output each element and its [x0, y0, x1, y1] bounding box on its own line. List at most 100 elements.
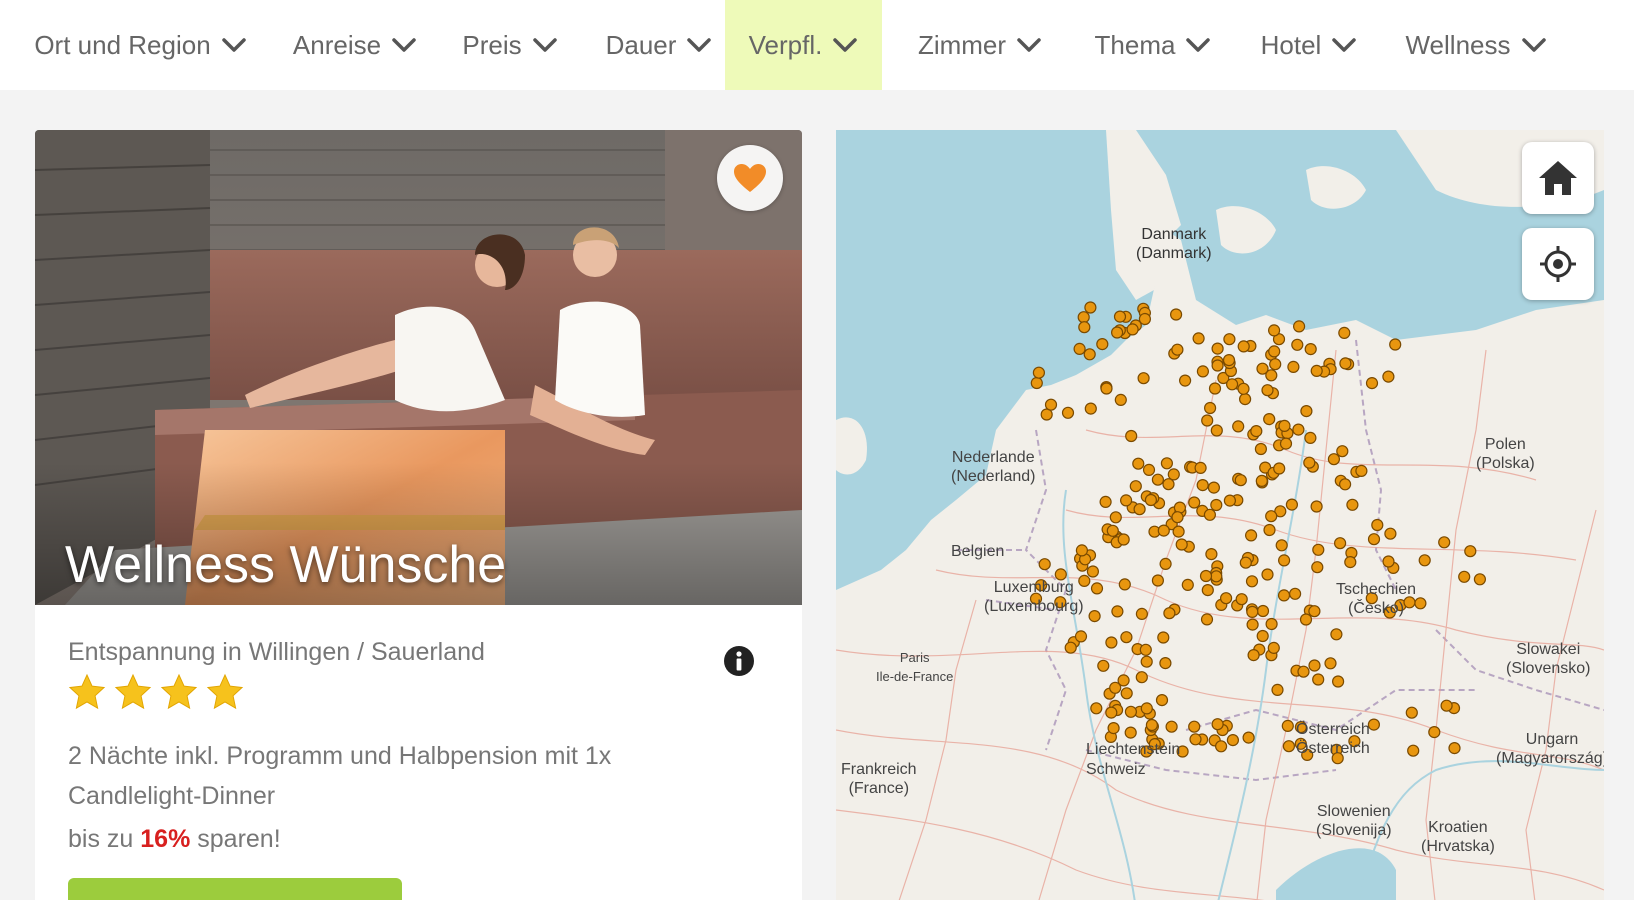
hotel-marker[interactable]: [1407, 744, 1420, 757]
hotel-marker[interactable]: [1105, 706, 1118, 719]
hotel-marker[interactable]: [1250, 425, 1263, 438]
hotel-marker[interactable]: [1265, 617, 1278, 631]
hotel-marker[interactable]: [1367, 533, 1381, 546]
hotel-marker[interactable]: [1226, 733, 1239, 747]
hotel-marker[interactable]: [1448, 741, 1461, 755]
hotel-marker[interactable]: [1269, 358, 1282, 371]
hotel-marker[interactable]: [1308, 659, 1321, 672]
hotel-marker[interactable]: [1159, 557, 1172, 570]
hotel-marker[interactable]: [1171, 511, 1184, 524]
hotel-marker[interactable]: [1100, 382, 1113, 395]
hotel-marker[interactable]: [1111, 605, 1124, 618]
hotel-marker[interactable]: [1075, 544, 1088, 557]
hotel-marker[interactable]: [1330, 628, 1343, 641]
hotel-marker[interactable]: [1338, 326, 1351, 339]
hotel-marker[interactable]: [1145, 718, 1158, 732]
hotel-marker[interactable]: [1292, 423, 1305, 436]
hotel-marker[interactable]: [1239, 393, 1252, 406]
hotel-marker[interactable]: [1126, 323, 1139, 336]
hotel-marker[interactable]: [1142, 463, 1156, 476]
hotel-marker[interactable]: [1179, 374, 1192, 387]
hotel-marker[interactable]: [1310, 364, 1323, 377]
hotel-marker[interactable]: [1030, 376, 1043, 390]
hotel-marker[interactable]: [1261, 568, 1274, 581]
hotel-marker[interactable]: [1308, 605, 1321, 618]
hotel-marker[interactable]: [1159, 656, 1172, 670]
hotel-marker[interactable]: [1265, 510, 1278, 523]
hotel-marker[interactable]: [1245, 575, 1259, 588]
hotel-marker[interactable]: [1155, 693, 1169, 707]
hotel-marker[interactable]: [1151, 473, 1164, 486]
hotel-marker[interactable]: [1210, 498, 1223, 512]
filter-hotel[interactable]: Hotel: [1255, 0, 1363, 90]
hotel-marker[interactable]: [1312, 673, 1325, 686]
offer-price-button[interactable]: [68, 878, 402, 900]
hotel-marker[interactable]: [1107, 721, 1120, 735]
hotel-marker[interactable]: [1199, 569, 1213, 583]
hotel-marker[interactable]: [1220, 592, 1233, 605]
filter-zimmer[interactable]: Zimmer: [910, 0, 1050, 90]
hotel-marker[interactable]: [1234, 474, 1247, 487]
hotel-marker[interactable]: [1084, 301, 1097, 314]
hotel-marker[interactable]: [1279, 437, 1293, 450]
hotel-marker[interactable]: [1194, 461, 1207, 474]
hotel-marker[interactable]: [1339, 357, 1352, 370]
hotel-marker[interactable]: [1086, 565, 1099, 578]
hotel-marker[interactable]: [1205, 548, 1218, 561]
hotel-marker[interactable]: [1097, 659, 1110, 672]
hotel-marker[interactable]: [1275, 539, 1288, 552]
hotel-marker[interactable]: [1170, 308, 1183, 321]
hotel-marker[interactable]: [1165, 720, 1178, 733]
hotel-marker[interactable]: [1405, 706, 1418, 719]
hotel-marker[interactable]: [1247, 648, 1260, 662]
hotel-marker[interactable]: [1293, 320, 1306, 333]
hotel-marker[interactable]: [1090, 702, 1103, 715]
filter-preis[interactable]: Preis: [455, 0, 565, 90]
hotel-marker[interactable]: [1125, 429, 1138, 443]
hotel-marker[interactable]: [1200, 613, 1214, 626]
hotel-marker[interactable]: [1428, 725, 1441, 739]
hotel-marker[interactable]: [1365, 377, 1379, 390]
hotel-marker[interactable]: [1137, 372, 1150, 385]
hotel-marker[interactable]: [1113, 310, 1127, 323]
hotel-marker[interactable]: [1099, 495, 1112, 508]
hotel-marker[interactable]: [1346, 498, 1359, 511]
hotel-marker[interactable]: [1371, 518, 1384, 532]
hotel-marker[interactable]: [1189, 733, 1202, 746]
hotel-marker[interactable]: [1246, 618, 1259, 631]
hotel-marker[interactable]: [1211, 359, 1224, 372]
hotel-marker[interactable]: [1090, 582, 1104, 595]
filter-ort-und-region[interactable]: Ort und Region: [28, 0, 253, 90]
filter-verpflegung[interactable]: Verpfl.: [725, 0, 882, 90]
hotel-marker[interactable]: [1245, 529, 1258, 542]
hotel-marker[interactable]: [1232, 420, 1245, 433]
hotel-marker[interactable]: [1310, 500, 1323, 513]
hotel-marker[interactable]: [1438, 536, 1451, 549]
hotel-marker[interactable]: [1237, 382, 1250, 395]
hotel-marker[interactable]: [1109, 511, 1122, 524]
hotel-marker[interactable]: [1277, 589, 1291, 602]
hotel-marker[interactable]: [1382, 555, 1395, 568]
hotel-marker[interactable]: [1268, 324, 1281, 337]
hotel-marker[interactable]: [1120, 687, 1133, 700]
hotel-marker[interactable]: [1299, 613, 1313, 626]
hotel-marker[interactable]: [1339, 478, 1352, 491]
hotel-marker[interactable]: [1135, 671, 1148, 684]
filter-thema[interactable]: Thema: [1088, 0, 1218, 90]
hotel-marker[interactable]: [1223, 494, 1236, 507]
hotel-marker[interactable]: [1188, 720, 1201, 733]
hotel-marker[interactable]: [1235, 593, 1248, 606]
hotel-marker[interactable]: [1267, 641, 1280, 655]
hotel-marker[interactable]: [1088, 610, 1101, 623]
hotel-marker[interactable]: [1207, 481, 1220, 494]
hotel-marker[interactable]: [1162, 478, 1175, 491]
hotel-marker[interactable]: [1355, 464, 1368, 477]
hotel-marker[interactable]: [1038, 558, 1051, 571]
filter-anreise[interactable]: Anreise: [285, 0, 425, 90]
hotel-marker[interactable]: [1160, 457, 1173, 470]
hotel-marker[interactable]: [1246, 605, 1259, 618]
hotel-marker[interactable]: [1084, 402, 1097, 415]
hotel-marker[interactable]: [1304, 343, 1317, 356]
hotel-marker[interactable]: [1311, 561, 1324, 574]
hotel-marker[interactable]: [1211, 718, 1224, 731]
